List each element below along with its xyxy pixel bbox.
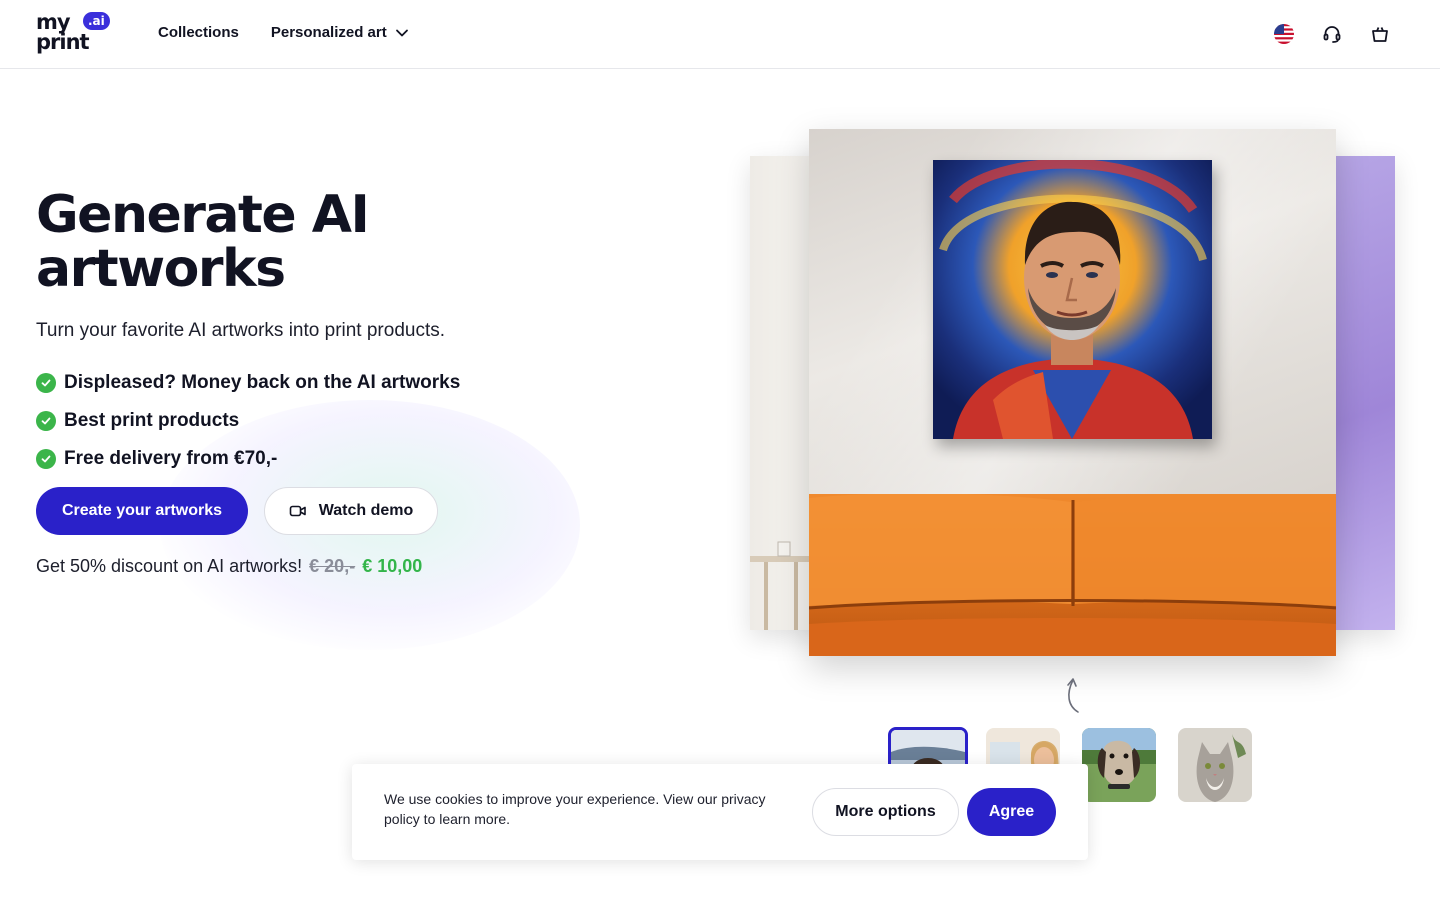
cat-thumbnail[interactable]	[1178, 728, 1252, 802]
nav-personalized-art-label: Personalized art	[270, 24, 387, 41]
feature-text: Free delivery from €70,-	[64, 448, 278, 469]
nav-collections-label: Collections	[158, 24, 239, 41]
feature-item: Free delivery from €70,-	[36, 440, 460, 478]
cookie-banner: We use cookies to improve your experienc…	[352, 764, 1088, 860]
main-nav: Collections Personalized art	[158, 24, 409, 41]
us-flag-icon[interactable]	[1272, 22, 1296, 46]
check-circle-icon	[36, 373, 56, 393]
discount-line: Get 50% discount on AI artworks! € 20,- …	[36, 556, 422, 577]
check-circle-icon	[36, 449, 56, 469]
feature-item: Best print products	[36, 402, 460, 440]
watch-demo-label: Watch demo	[318, 502, 414, 519]
feature-list: Displeased? Money back on the AI artwork…	[36, 364, 460, 478]
feature-text: Best print products	[64, 410, 240, 431]
hero-title: Generate AI artworks	[36, 185, 370, 299]
old-price: € 20,-	[309, 556, 356, 576]
feature-item: Displeased? Money back on the AI artwork…	[36, 364, 460, 402]
logo-wordmark: my print	[36, 10, 90, 54]
check-circle-icon	[36, 411, 56, 431]
video-camera-icon	[289, 505, 306, 517]
site-header: my print .ai Collections Personalized ar…	[0, 0, 1440, 69]
myprint-logo[interactable]: my print .ai	[36, 12, 112, 56]
logo-ai-badge: .ai	[83, 12, 110, 30]
feature-text: Displeased? Money back on the AI artwork…	[64, 372, 461, 393]
hero-subtitle: Turn your favorite AI artworks into prin…	[36, 320, 446, 341]
header-actions	[1272, 22, 1392, 46]
orange-sofa	[809, 494, 1336, 656]
discount-text: Get 50% discount on AI artworks!	[36, 556, 303, 576]
nav-personalized-art[interactable]: Personalized art	[271, 24, 409, 41]
new-price: € 10,00	[362, 556, 423, 576]
chevron-down-icon	[395, 29, 408, 36]
more-options-button[interactable]: More options	[812, 788, 959, 836]
portrait-canvas-artwork	[933, 160, 1212, 439]
dog-thumbnail[interactable]	[1082, 728, 1156, 802]
cookie-message: We use cookies to improve your experienc…	[384, 791, 766, 827]
headset-icon[interactable]	[1320, 22, 1344, 46]
watch-demo-button[interactable]: Watch demo	[264, 487, 438, 535]
create-artworks-button[interactable]: Create your artworks	[36, 487, 248, 535]
agree-button[interactable]: Agree	[967, 788, 1056, 836]
shopping-bag-icon[interactable]	[1368, 22, 1392, 46]
curved-arrow-icon	[1067, 678, 1079, 713]
nav-collections[interactable]: Collections	[158, 24, 239, 41]
room-mockup-image	[809, 129, 1336, 656]
